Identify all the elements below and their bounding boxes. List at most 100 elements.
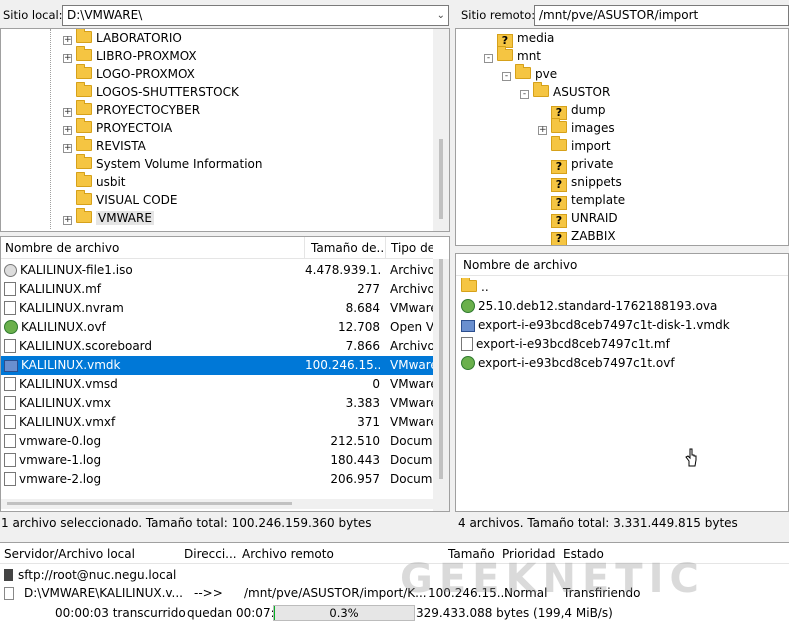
local-tree-item[interactable]: + PROYECTOIA [63, 118, 172, 137]
remote-tree-item[interactable]: ? dump [538, 101, 606, 120]
expand-icon[interactable]: + [538, 126, 547, 135]
queue-col-direction[interactable]: Direcci... [180, 543, 237, 565]
local-file-row[interactable]: vmware-2.log 206.957 Docume [1, 470, 433, 489]
local-file-row[interactable]: KALILINUX.ovf 12.708 Open Vi [1, 318, 433, 337]
local-file-row[interactable]: KALILINUX.scoreboard 7.866 Archivo [1, 337, 433, 356]
local-file-row[interactable]: KALILINUX.vmx 3.383 VMware [1, 394, 433, 413]
remote-file-row[interactable]: 25.10.deb12.standard-1762188193.ova [456, 297, 788, 316]
local-file-row[interactable]: KALILINUX-file1.iso 4.478.939.1... Archivo [1, 261, 433, 280]
remote-tree[interactable]: ? media - mnt - pve - ASUSTOR? dump + images import… [455, 28, 789, 246]
local-tree-item[interactable]: + REVISTA [63, 136, 146, 155]
local-tree-item[interactable]: usbit [63, 172, 126, 191]
expand-icon[interactable]: + [63, 36, 72, 45]
expand-icon[interactable]: + [63, 126, 72, 135]
tree-item-label: PROYECTOCYBER [96, 103, 201, 117]
remote-tree-item[interactable]: ? private [538, 155, 613, 174]
collapse-icon[interactable]: - [484, 54, 493, 63]
queue-server-row[interactable]: sftp://root@nuc.negu.local [4, 566, 176, 584]
local-tree-item[interactable]: LOGO-PROXMOX [63, 64, 195, 83]
queue-col-server[interactable]: Servidor/Archivo local [0, 543, 135, 565]
col-name-header[interactable]: Nombre de archivo [459, 254, 759, 276]
folder-icon [76, 100, 92, 115]
local-tree-item[interactable]: System Volume Information [63, 154, 262, 173]
remote-path-input[interactable]: /mnt/pve/ASUSTOR/import [534, 5, 789, 26]
remote-tree-item[interactable]: import [538, 136, 611, 155]
file-name: KALILINUX.scoreboard [19, 339, 153, 353]
tree-item-label: media [517, 31, 555, 45]
file-size: 212.510 [330, 434, 380, 448]
file-name: export-i-e93bcd8ceb7497c1t.mf [476, 337, 670, 351]
vmdk-icon [4, 360, 18, 372]
folder-icon [76, 190, 92, 205]
folder-icon [461, 278, 477, 292]
expand-icon[interactable]: + [63, 108, 72, 117]
local-tree-item[interactable]: + PROYECTOCYBER [63, 100, 201, 119]
remote-tree-item[interactable]: ? ZABBIX [538, 227, 616, 245]
file-name: export-i-e93bcd8ceb7497c1t-disk-1.vmdk [478, 318, 730, 332]
remote-tree-item[interactable]: - ASUSTOR [520, 82, 610, 101]
local-file-row[interactable]: KALILINUX.vmsd 0 VMware [1, 375, 433, 394]
local-file-row[interactable]: vmware-1.log 180.443 Docume [1, 451, 433, 470]
log-icon [4, 453, 16, 467]
file-icon [4, 587, 14, 600]
local-file-hscrollbar[interactable] [1, 499, 433, 509]
remote-file-row[interactable]: export-i-e93bcd8ceb7497c1t-disk-1.vmdk [456, 316, 788, 335]
unknown-folder-icon: ? [551, 232, 567, 245]
queue-transferred: 329.433.088 bytes (199,4 MiB/s) [416, 606, 613, 620]
col-size-header[interactable]: Tamaño de... [307, 237, 385, 259]
local-path-input[interactable]: D:\VMWARE\ ⌄ [62, 5, 449, 26]
remote-file-row[interactable]: export-i-e93bcd8ceb7497c1t.ovf [456, 354, 788, 373]
folder-icon [515, 64, 531, 79]
server-icon [4, 569, 13, 581]
local-file-row[interactable]: KALILINUX.vmxf 371 VMware [1, 413, 433, 432]
file-name: export-i-e93bcd8ceb7497c1t.ovf [478, 356, 675, 370]
col-type-header[interactable]: Tipo de [387, 237, 433, 259]
remote-tree-item[interactable]: + images [538, 118, 615, 137]
file-size: 12.708 [338, 320, 380, 334]
file-name: .. [481, 280, 489, 294]
local-tree[interactable]: + LABORATORIO + LIBRO-PROXMOX LOGO-PROXMOX LO… [0, 28, 450, 232]
local-file-row[interactable]: KALILINUX.mf 277 Archivo [1, 280, 433, 299]
local-tree-item[interactable]: + VMWARE [63, 208, 154, 227]
remote-file-row[interactable]: .. [456, 278, 788, 297]
folder-icon [76, 118, 92, 133]
file-size: 371 [357, 415, 380, 429]
remote-tree-item[interactable]: - pve [502, 64, 557, 83]
file-size: 8.684 [345, 301, 380, 315]
tree-item-label: VISUAL CODE [96, 193, 178, 207]
local-tree-scrollbar[interactable] [433, 29, 449, 231]
remote-tree-item[interactable]: ? template [538, 191, 625, 210]
local-file-row[interactable]: KALILINUX.nvram 8.684 VMware [1, 299, 433, 318]
remote-tree-item[interactable]: ? UNRAID [538, 209, 618, 228]
chevron-down-icon[interactable]: ⌄ [437, 6, 445, 25]
local-file-list-scrollbar[interactable] [433, 259, 449, 511]
remote-tree-item[interactable]: ? media [484, 29, 555, 48]
tree-item-label: LABORATORIO [96, 31, 182, 45]
col-name-header[interactable]: Nombre de archivo [1, 237, 304, 259]
collapse-icon[interactable]: - [502, 72, 511, 81]
local-tree-item[interactable]: + LIBRO-PROXMOX [63, 46, 197, 65]
expand-icon[interactable]: + [63, 144, 72, 153]
remote-file-row[interactable]: export-i-e93bcd8ceb7497c1t.mf [456, 335, 788, 354]
collapse-icon[interactable]: - [520, 90, 529, 99]
queue-col-remote[interactable]: Archivo remoto [238, 543, 334, 565]
ovf-icon [4, 320, 18, 334]
file-type: Docume [390, 453, 433, 467]
local-file-row[interactable]: vmware-0.log 212.510 Docume [1, 432, 433, 451]
remote-tree-item[interactable]: ? snippets [538, 173, 622, 192]
local-file-row[interactable]: KALILINUX.vmdk 100.246.15... VMware [1, 356, 433, 375]
local-tree-item[interactable]: LOGOS-SHUTTERSTOCK [63, 82, 239, 101]
local-file-list[interactable]: Nombre de archivo Tamaño de... Tipo de ˄… [0, 236, 450, 512]
remote-tree-item[interactable]: - mnt [484, 46, 541, 65]
file-size: 4.478.939.1... [305, 263, 380, 277]
local-tree-item[interactable]: + LABORATORIO [63, 29, 182, 47]
expand-icon[interactable]: + [63, 54, 72, 63]
watermark: GEEKNETIC [400, 556, 705, 602]
local-tree-item[interactable]: VISUAL CODE [63, 190, 178, 209]
file-name: KALILINUX.vmx [19, 396, 112, 410]
remote-file-list[interactable]: Nombre de archivo ˄ .. 25.10.deb12.standa… [455, 253, 789, 512]
expand-icon[interactable]: + [63, 216, 72, 225]
